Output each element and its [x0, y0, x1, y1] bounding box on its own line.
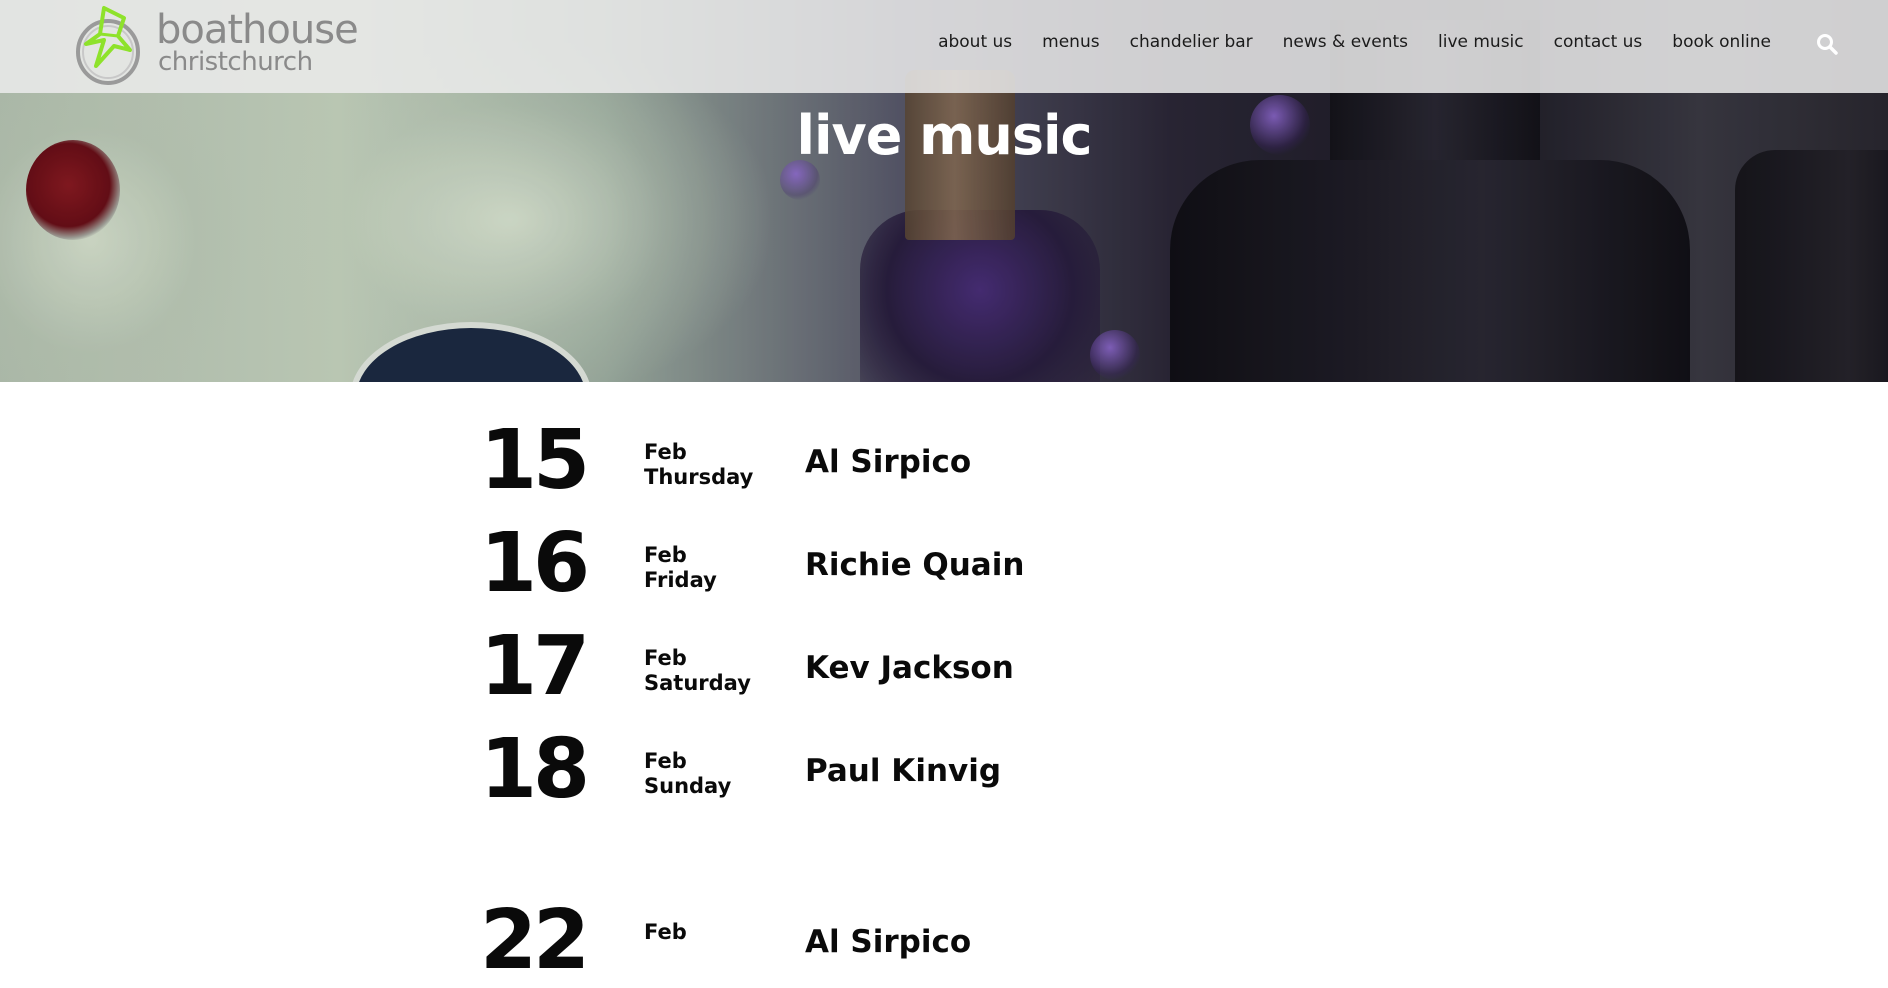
event-day: 18	[480, 722, 590, 817]
event-month: Feb	[644, 646, 687, 670]
event-day: 17	[480, 619, 590, 714]
event-artist-link[interactable]: Richie Quain	[805, 547, 1024, 583]
brand-location: christchurch	[158, 47, 313, 77]
event-weekday: Friday	[644, 568, 717, 592]
nav-link-chandelier-bar[interactable]: chandelier bar	[1115, 31, 1268, 53]
event-row: 18 Feb Sunday Paul Kinvig	[480, 725, 1380, 815]
search-icon	[1817, 34, 1838, 55]
event-row: 15 Feb Thursday Al Sirpico	[480, 416, 1380, 506]
event-artist-link[interactable]: Al Sirpico	[805, 924, 971, 960]
boathouse-logo-icon	[76, 6, 140, 85]
nav-item: chandelier bar	[1115, 31, 1268, 53]
event-month: Feb	[644, 543, 687, 567]
live-music-listing: 15 Feb Thursday Al Sirpico 16 Feb Friday…	[0, 382, 1888, 986]
search-button[interactable]	[1816, 33, 1838, 55]
nav-list: about us menus chandelier bar news & eve…	[923, 31, 1786, 53]
event-artist-link[interactable]: Paul Kinvig	[805, 753, 1001, 789]
nav-link-about-us[interactable]: about us	[923, 31, 1027, 53]
event-row: 17 Feb Saturday Kev Jackson	[480, 622, 1380, 712]
nav-item: about us	[923, 31, 1027, 53]
page-title: live music	[796, 104, 1092, 167]
nav-link-live-music[interactable]: live music	[1423, 31, 1539, 53]
nav-item: menus	[1027, 31, 1114, 53]
nav-link-menus[interactable]: menus	[1027, 31, 1114, 53]
event-row: 22 Feb Al Sirpico	[480, 896, 1380, 986]
event-day: 22	[480, 893, 590, 988]
nav-item: contact us	[1539, 31, 1658, 53]
nav-link-book-online[interactable]: book online	[1657, 31, 1786, 53]
event-weekday: Saturday	[644, 671, 751, 695]
nav-item: live music	[1423, 31, 1539, 53]
event-artist-link[interactable]: Kev Jackson	[805, 650, 1014, 686]
event-row: 16 Feb Friday Richie Quain	[480, 519, 1380, 609]
event-month: Feb	[644, 440, 687, 464]
event-weekday: Sunday	[644, 774, 732, 798]
nav-item: book online	[1657, 31, 1786, 53]
nav-link-contact-us[interactable]: contact us	[1539, 31, 1658, 53]
event-month: Feb	[644, 749, 687, 773]
nav-item: news & events	[1268, 31, 1423, 53]
event-artist-link[interactable]: Al Sirpico	[805, 444, 971, 480]
event-month: Feb	[644, 920, 687, 944]
event-day: 15	[480, 413, 590, 508]
site-logo[interactable]: boathouse christchurch	[74, 4, 359, 86]
brand-name: boathouse	[156, 7, 359, 53]
event-day: 16	[480, 516, 590, 611]
site-header: boathouse christchurch about us menus ch…	[0, 0, 1888, 93]
event-weekday: Thursday	[644, 465, 754, 489]
nav-link-news-events[interactable]: news & events	[1268, 31, 1423, 53]
